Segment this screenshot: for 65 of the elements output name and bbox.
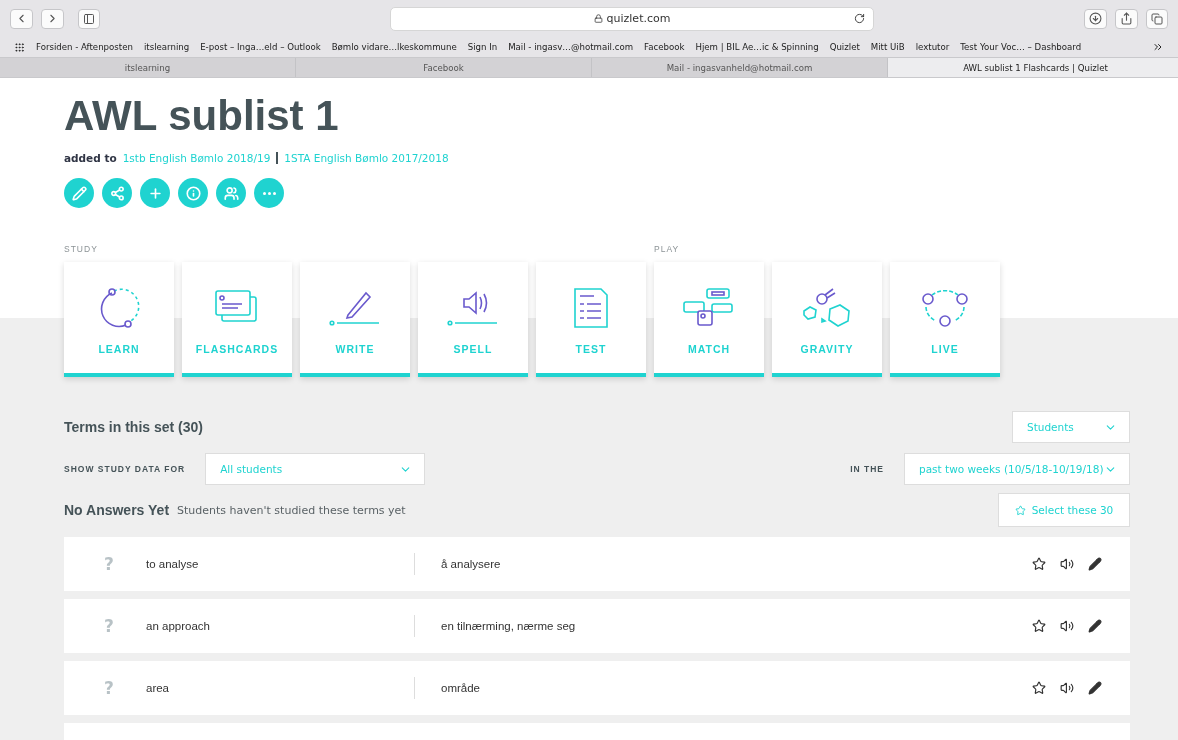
share-button[interactable] xyxy=(1115,8,1138,29)
term-text: area xyxy=(146,682,171,694)
download-button[interactable] xyxy=(1084,8,1107,29)
bookmark-link[interactable]: Forsiden - Aftenposten xyxy=(36,42,133,52)
browser-tab[interactable]: itslearning xyxy=(0,58,296,77)
terms-heading: Terms in this set (30) xyxy=(64,419,203,435)
edit-icon xyxy=(71,185,87,201)
share-icon xyxy=(109,185,125,201)
lock-icon xyxy=(593,14,603,23)
star-icon[interactable] xyxy=(1032,681,1046,695)
speaker-icon[interactable] xyxy=(1060,619,1074,633)
info-icon xyxy=(185,185,201,201)
bookmark-link[interactable]: Sign In xyxy=(467,42,498,52)
unknown-mark: ? xyxy=(104,554,115,574)
star-icon[interactable] xyxy=(1032,557,1046,571)
bookmark-link[interactable]: Facebook xyxy=(644,42,685,52)
bookmark-link[interactable]: Bømlo vidare…lkeskommune xyxy=(331,42,457,52)
bookmark-link[interactable]: itslearning xyxy=(143,42,190,52)
bookmark-link[interactable]: Test Your Voc… – Dashboard xyxy=(960,42,1082,52)
overlapping-squares-icon xyxy=(1151,12,1163,25)
group-heading: No Answers Yet xyxy=(64,502,170,518)
share-icon xyxy=(1120,12,1133,25)
star-icon[interactable] xyxy=(1032,619,1046,633)
edit-icon[interactable] xyxy=(1088,681,1102,695)
address-bar[interactable]: quizlet.com xyxy=(390,6,874,31)
bookmark-link[interactable]: Mail - ingasv…@hotmail.com xyxy=(508,42,634,52)
edit-icon[interactable] xyxy=(1088,619,1102,633)
bookmark-link[interactable]: Mitt UiB xyxy=(870,42,905,52)
grid-icon[interactable] xyxy=(14,41,25,53)
bookmark-link[interactable]: Hjem | BIL Ae…ic & Spinning xyxy=(695,42,819,52)
edit-icon[interactable] xyxy=(1088,557,1102,571)
reload-icon[interactable] xyxy=(854,13,865,24)
bookmark-link[interactable]: lextutor xyxy=(915,42,950,52)
bookmark-link[interactable]: E-post – Inga…eld – Outlook xyxy=(200,42,321,52)
sidebar-icon xyxy=(83,12,95,25)
sidebar-button[interactable] xyxy=(78,8,100,29)
added-to-label: added to xyxy=(64,152,117,164)
forward-button[interactable] xyxy=(41,8,64,29)
definition-text: en tilnærming, nærme seg xyxy=(441,620,577,632)
group-note: Students haven't studied these terms yet xyxy=(177,503,406,517)
speaker-icon[interactable] xyxy=(1060,557,1074,571)
definition-text: å analysere xyxy=(441,558,502,570)
term-text: an approach xyxy=(146,620,211,632)
bookmark-link[interactable]: Quizlet xyxy=(829,42,860,52)
more-bookmarks-icon[interactable] xyxy=(1152,41,1164,53)
set-title: AWL sublist 1 xyxy=(64,91,340,140)
section-label: STUDY xyxy=(64,244,99,254)
browser-tab[interactable]: Facebook xyxy=(296,58,592,77)
people-icon xyxy=(223,185,239,201)
unknown-mark: ? xyxy=(104,616,115,636)
definition-text: område xyxy=(441,682,481,694)
back-button[interactable] xyxy=(10,8,33,29)
period-label: IN THE xyxy=(850,464,884,474)
download-icon xyxy=(1089,12,1102,25)
add-icon xyxy=(147,185,163,201)
browser-tab[interactable]: AWL sublist 1 Flashcards | Quizlet xyxy=(888,58,1178,77)
star-icon xyxy=(1014,504,1026,516)
matching-tiles-icon xyxy=(682,287,736,329)
speaker-icon[interactable] xyxy=(1060,681,1074,695)
term-text: to analyse xyxy=(146,558,200,570)
browser-tab[interactable]: Mail - ingasvanheld@hotmail.com xyxy=(592,58,888,77)
filter-label: SHOW STUDY DATA FOR xyxy=(64,464,186,474)
unknown-mark: ? xyxy=(104,678,115,698)
more-icon xyxy=(262,191,276,195)
section-label: PLAY xyxy=(654,244,681,254)
